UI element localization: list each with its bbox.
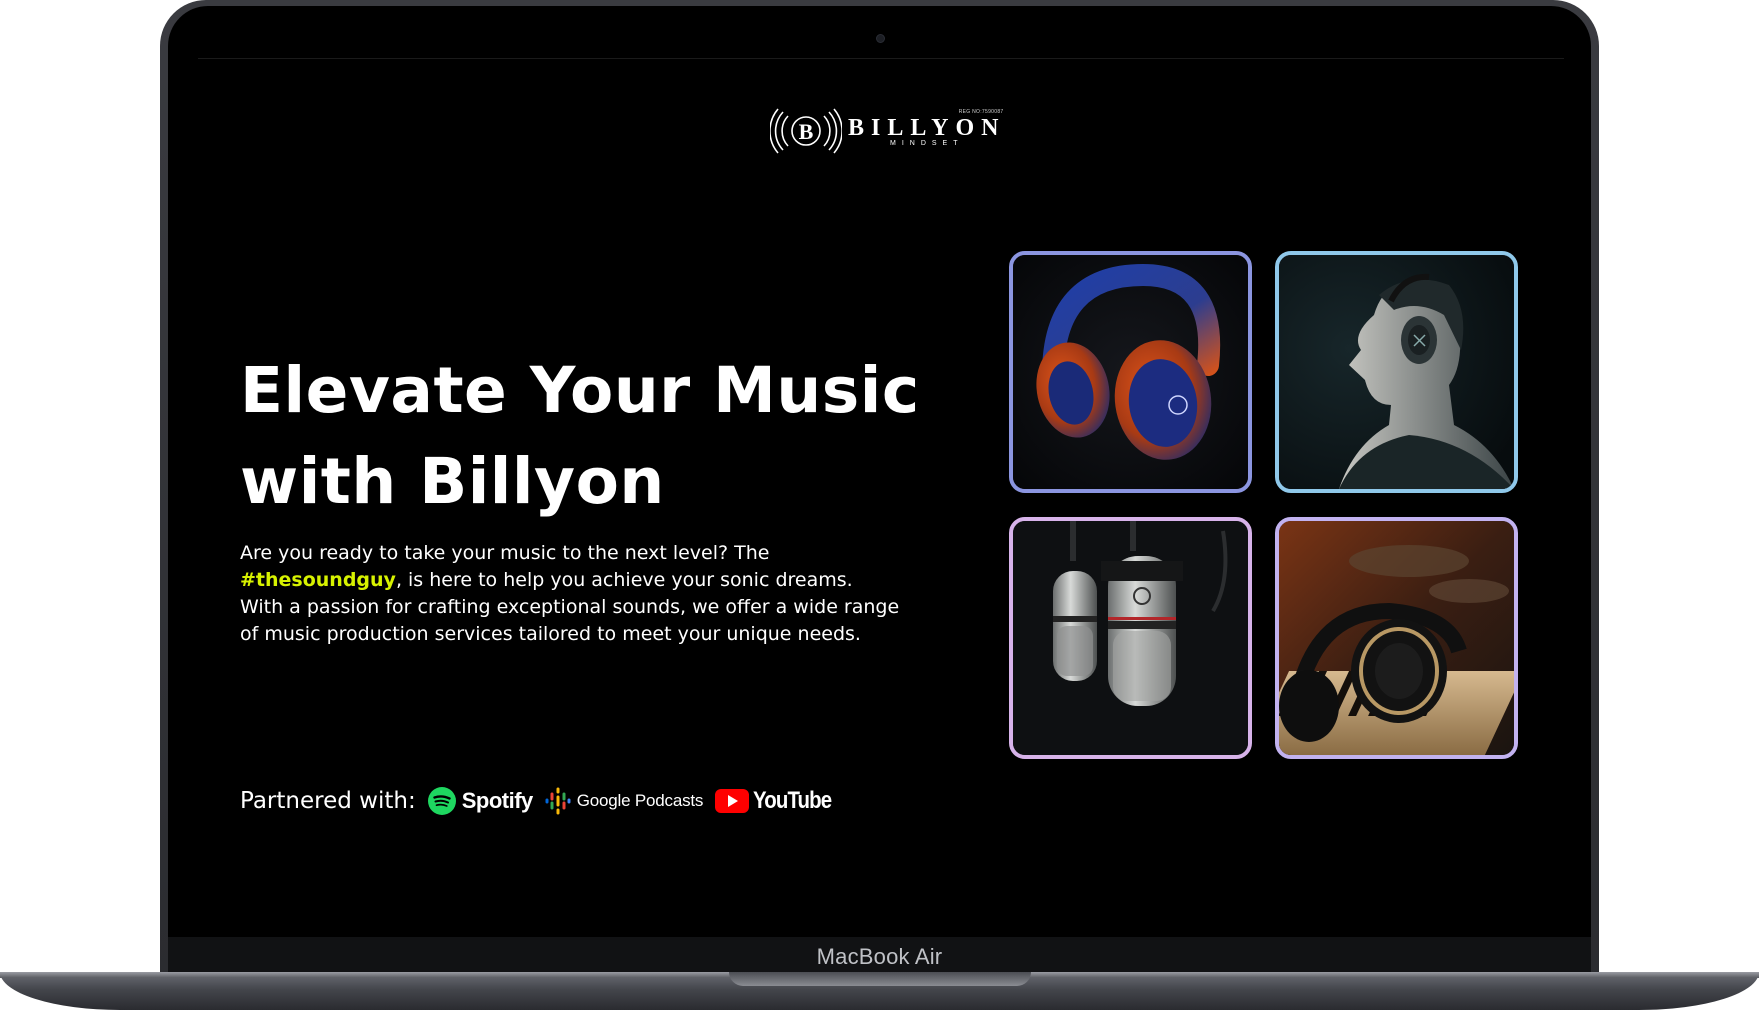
hero-title-line1: Elevate Your Music [240, 354, 920, 427]
google-podcasts-icon [545, 787, 571, 815]
partner-spotify[interactable]: Spotify [427, 787, 534, 815]
model-label: MacBook Air [816, 943, 943, 969]
gallery-tile-microphones[interactable] [1009, 517, 1252, 759]
youtube-label: YouTube [753, 787, 832, 814]
hashtag-link[interactable]: #thesoundguy [240, 569, 396, 591]
spotify-icon [427, 787, 456, 815]
hero-body-part1: Are you ready to take your music to the … [240, 542, 770, 564]
partners-label: Partnered with: [240, 788, 416, 814]
website-screen: B REG NO:7590087 BILLYON MINDSET Elevate… [168, 60, 1591, 937]
logo-wordmark: REG NO:7590087 BILLYON MINDSET [848, 109, 1006, 147]
gallery-tile-piano-headphones[interactable] [1275, 517, 1518, 759]
gallery-tile-listener[interactable] [1275, 251, 1518, 493]
hero-description: Are you ready to take your music to the … [240, 540, 900, 648]
headphones-on-piano-image [1279, 521, 1514, 755]
google-podcasts-label: Google Podcasts [576, 791, 704, 810]
gallery-tile-headphones[interactable] [1009, 251, 1252, 493]
svg-text:B: B [799, 119, 814, 144]
partners-row: Partnered with: Spotify Google Podcasts … [240, 786, 857, 816]
man-headphones-image [1279, 255, 1514, 489]
webcam [876, 34, 885, 43]
logo-reg-number: REG NO:7590087 [958, 109, 1004, 115]
youtube-play-icon [715, 789, 750, 813]
studio-microphones-image [1013, 521, 1248, 755]
hero-title-line2: with Billyon [240, 445, 665, 518]
camera-strip [198, 58, 1564, 59]
laptop-opening-notch [729, 972, 1031, 986]
hero-title: Elevate Your Music with Billyon [240, 345, 960, 527]
laptop-chin: MacBook Air [168, 937, 1591, 976]
headphones-image [1013, 255, 1248, 489]
partner-youtube[interactable]: YouTube [715, 787, 845, 815]
logo-name: BILLYON [848, 115, 1006, 141]
brand-logo[interactable]: B REG NO:7590087 BILLYON MINDSET [770, 106, 1006, 156]
partner-google-podcasts[interactable]: Google Podcasts [545, 786, 703, 816]
logo-vinyl-icon: B [770, 108, 842, 154]
spotify-label: Spotify [461, 788, 534, 813]
